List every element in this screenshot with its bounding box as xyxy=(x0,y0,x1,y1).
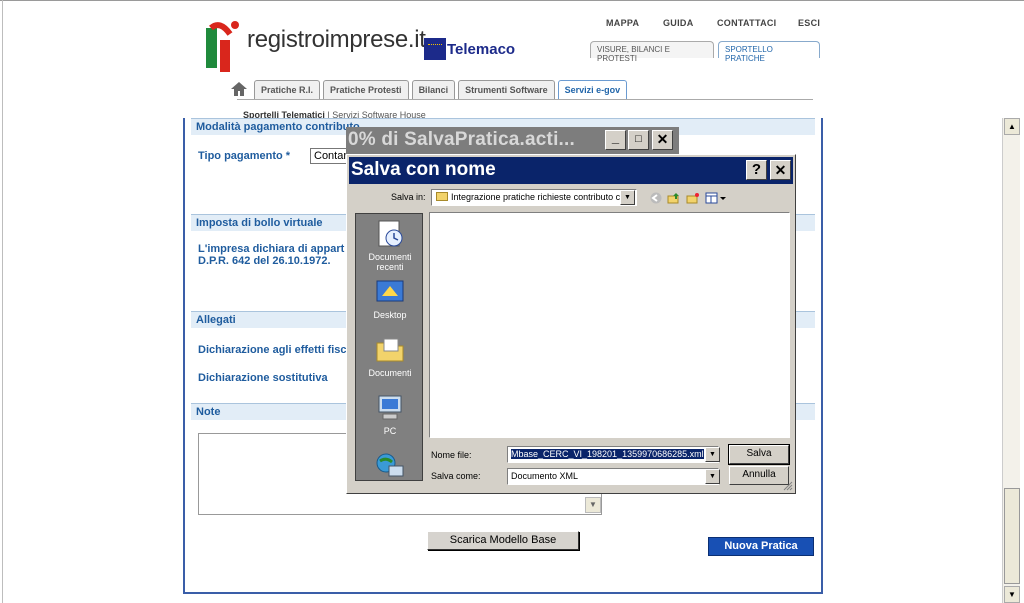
nav-mappa[interactable]: MAPPA xyxy=(606,18,639,28)
maximize-icon[interactable]: □ xyxy=(628,130,649,150)
tab-sportello-pratiche[interactable]: SPORTELLO PRATICHE xyxy=(718,41,820,63)
place-pc[interactable]: PC xyxy=(356,392,422,436)
tab-pratiche-protesti[interactable]: Pratiche Protesti xyxy=(323,80,409,100)
window-top-border xyxy=(0,0,1024,4)
place-network[interactable] xyxy=(356,450,422,480)
filename-dropdown-icon[interactable]: ▼ xyxy=(705,447,720,462)
bollo-text-line1: L'impresa dichiara di appart xyxy=(198,243,345,255)
tipo-pagamento-select[interactable]: Contan xyxy=(310,148,350,164)
save-button[interactable]: Salva xyxy=(728,444,790,465)
recent-documents-icon xyxy=(378,220,403,247)
place-label: Documenti xyxy=(368,368,412,378)
registroimprese-logo-icon xyxy=(206,21,239,72)
help-icon[interactable]: ? xyxy=(746,160,767,180)
savetype-label: Salva come: xyxy=(431,471,481,481)
close-icon[interactable]: ✕ xyxy=(652,130,673,150)
close-icon[interactable]: ✕ xyxy=(770,160,791,180)
scarica-modello-base-button[interactable]: Scarica Modello Base xyxy=(427,531,579,550)
nav-esci[interactable]: ESCI xyxy=(798,18,820,28)
tab-servizi-egov[interactable]: Servizi e-gov xyxy=(557,80,628,100)
nuova-pratica-button[interactable]: Nuova Pratica xyxy=(708,537,814,556)
save-dialog-titlebar[interactable]: Salva con nome ? ✕ xyxy=(349,157,793,184)
progress-window-title: 0% di SalvaPratica.acti... xyxy=(348,129,575,150)
home-icon[interactable] xyxy=(230,80,248,98)
scroll-up-icon[interactable]: ▲ xyxy=(1004,118,1020,135)
back-icon[interactable] xyxy=(649,192,663,204)
network-icon xyxy=(376,453,404,477)
savetype-dropdown-icon[interactable]: ▼ xyxy=(705,469,720,484)
desktop-icon xyxy=(376,280,404,302)
browser-page: registroimprese.it Telemaco MAPPA GUIDA … xyxy=(0,0,1024,603)
page-scrollbar[interactable]: ▲ ▼ xyxy=(1002,118,1020,603)
savetype-value: Documento XML xyxy=(511,471,579,481)
resize-grip-icon[interactable] xyxy=(783,481,793,491)
minimize-icon[interactable]: _ xyxy=(605,130,626,150)
logo-text[interactable]: registroimprese.it xyxy=(247,26,426,54)
filename-label: Nome file: xyxy=(431,450,472,460)
main-tabs: Pratiche R.I. Pratiche Protesti Bilanci … xyxy=(230,78,630,100)
save-in-select[interactable]: Integrazione pratiche richieste contribu… xyxy=(431,189,637,206)
filename-value: Mbase_CERC_VI_198201_1359970686285.xml xyxy=(511,449,704,459)
view-menu-icon[interactable] xyxy=(705,192,727,204)
window-left-border xyxy=(2,0,3,603)
tab-visure-bilanci-protesti[interactable]: VISURE, BILANCI E PROTESTI xyxy=(590,41,714,63)
place-label: Desktop xyxy=(373,310,407,320)
up-folder-icon[interactable] xyxy=(667,192,681,204)
save-in-label: Salva in: xyxy=(391,192,426,202)
note-scroll-down-icon[interactable]: ▼ xyxy=(585,497,601,513)
folder-icon xyxy=(436,192,448,201)
tab-bilanci[interactable]: Bilanci xyxy=(411,80,456,100)
computer-icon xyxy=(378,395,402,420)
tipo-pagamento-label: Tipo pagamento * xyxy=(198,150,291,162)
documents-folder-icon xyxy=(376,338,404,362)
nav-guida[interactable]: GUIDA xyxy=(663,18,694,28)
tab-strumenti-software[interactable]: Strumenti Software xyxy=(458,80,555,100)
file-list[interactable] xyxy=(429,212,790,438)
place-documenti[interactable]: Documenti xyxy=(356,334,422,378)
tab-divider xyxy=(237,99,813,100)
nav-contattaci[interactable]: CONTATTACI xyxy=(717,18,777,28)
filename-input[interactable]: Mbase_CERC_VI_198201_1359970686285.xml xyxy=(507,446,719,463)
download-progress-window[interactable]: 0% di SalvaPratica.acti... _ □ ✕ xyxy=(346,127,679,155)
scroll-down-icon[interactable]: ▼ xyxy=(1004,586,1020,603)
allegato-dichiarazione-sostitutiva[interactable]: Dichiarazione sostitutiva xyxy=(198,372,328,384)
bollo-text-line2: D.P.R. 642 del 26.10.1972. xyxy=(198,255,331,267)
savetype-select[interactable]: Documento XML xyxy=(507,468,719,485)
place-desktop[interactable]: Desktop xyxy=(356,276,422,320)
places-bar: Documenti recenti Desktop Documenti PC xyxy=(355,213,423,481)
telemaco-label: Telemaco xyxy=(447,40,516,58)
new-folder-icon[interactable] xyxy=(686,192,700,204)
cancel-button[interactable]: Annulla xyxy=(729,466,789,485)
place-documenti-recenti[interactable]: Documenti recenti xyxy=(356,218,422,272)
place-label: Documenti recenti xyxy=(368,252,412,272)
save-dialog-title: Salva con nome xyxy=(351,159,496,180)
telemaco-logo[interactable]: Telemaco xyxy=(424,38,515,60)
save-in-dropdown-icon[interactable]: ▼ xyxy=(620,190,635,205)
place-label: PC xyxy=(383,426,397,436)
scrollbar-thumb[interactable] xyxy=(1004,488,1020,584)
tab-pratiche-ri[interactable]: Pratiche R.I. xyxy=(254,80,321,100)
save-as-dialog: Salva con nome ? ✕ Salva in: Integrazion… xyxy=(346,154,796,494)
telemaco-flag-icon xyxy=(424,38,446,60)
save-in-value: Integrazione pratiche richieste contribu… xyxy=(451,192,629,202)
allegato-dichiarazione-fiscale[interactable]: Dichiarazione agli effetti fisc xyxy=(198,344,347,356)
